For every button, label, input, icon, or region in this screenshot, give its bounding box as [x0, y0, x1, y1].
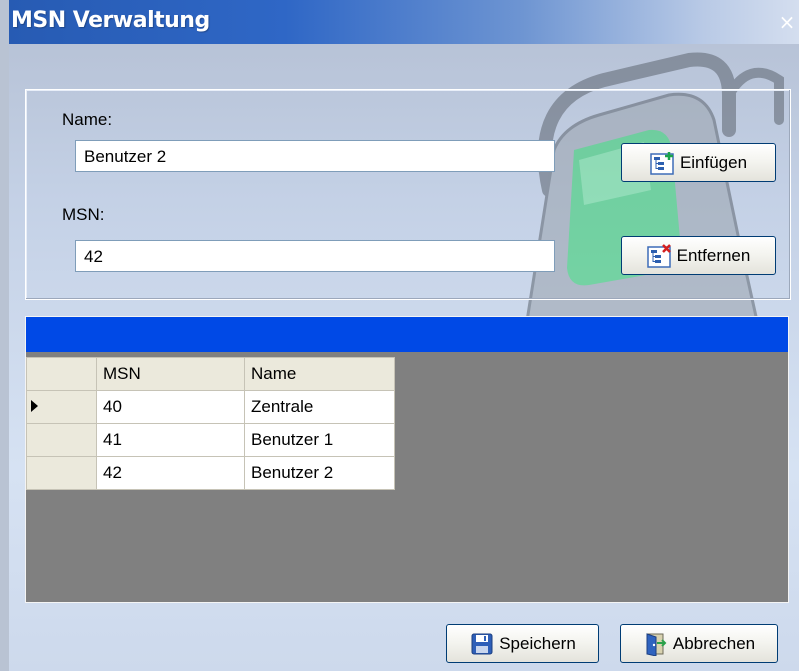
save-button[interactable]: Speichern: [446, 624, 599, 663]
table-row[interactable]: 42 Benutzer 2: [26, 456, 395, 490]
insert-button[interactable]: Einfügen: [621, 143, 776, 182]
msn-data-grid[interactable]: MSN Name 40 Zentrale 41 Benutzer 1 42 Be…: [25, 316, 789, 603]
tree-remove-icon: [646, 243, 671, 268]
msn-cell[interactable]: 40: [96, 390, 245, 424]
table-row[interactable]: 41 Benutzer 1: [26, 423, 395, 457]
name-cell[interactable]: Benutzer 1: [244, 423, 395, 457]
remove-button-label: Entfernen: [676, 245, 751, 265]
save-button-label: Speichern: [499, 633, 576, 653]
window-title: MSN Verwaltung: [11, 8, 210, 33]
name-field[interactable]: Benutzer 2: [75, 140, 555, 172]
row-pointer-icon: [31, 400, 38, 412]
insert-button-label: Einfügen: [679, 152, 748, 172]
tree-add-icon: [650, 151, 674, 175]
msn-cell[interactable]: 41: [96, 423, 245, 457]
name-label: Name:: [62, 110, 113, 129]
column-header-msn[interactable]: MSN: [96, 357, 245, 391]
msn-field[interactable]: 42: [75, 240, 555, 272]
cancel-button-label: Abbrechen: [672, 633, 756, 653]
column-header-name[interactable]: Name: [244, 357, 395, 391]
name-cell[interactable]: Zentrale: [244, 390, 395, 424]
row-header-cell[interactable]: [26, 456, 97, 490]
msn-label: MSN:: [62, 205, 105, 224]
grid-caption-bar: [26, 317, 788, 352]
door-exit-icon: [646, 632, 667, 656]
row-header-cell[interactable]: [26, 423, 97, 457]
cancel-button[interactable]: Abbrechen: [620, 624, 778, 663]
msn-dialog-window: MSN Verwaltung × Name: Benutzer 2 MSN: 4…: [9, 0, 799, 671]
table-header-row: MSN Name: [26, 357, 395, 391]
floppy-disk-icon: [471, 633, 493, 654]
corner-header-cell: [26, 357, 97, 391]
name-cell[interactable]: Benutzer 2: [244, 456, 395, 490]
msn-cell[interactable]: 42: [96, 456, 245, 490]
table-row[interactable]: 40 Zentrale: [26, 390, 395, 424]
row-header-cell[interactable]: [26, 390, 97, 424]
remove-button[interactable]: Entfernen: [621, 236, 776, 275]
close-button[interactable]: ×: [777, 12, 797, 32]
msn-table: MSN Name 40 Zentrale 41 Benutzer 1 42 Be…: [26, 357, 395, 490]
title-bar[interactable]: MSN Verwaltung ×: [9, 0, 799, 44]
